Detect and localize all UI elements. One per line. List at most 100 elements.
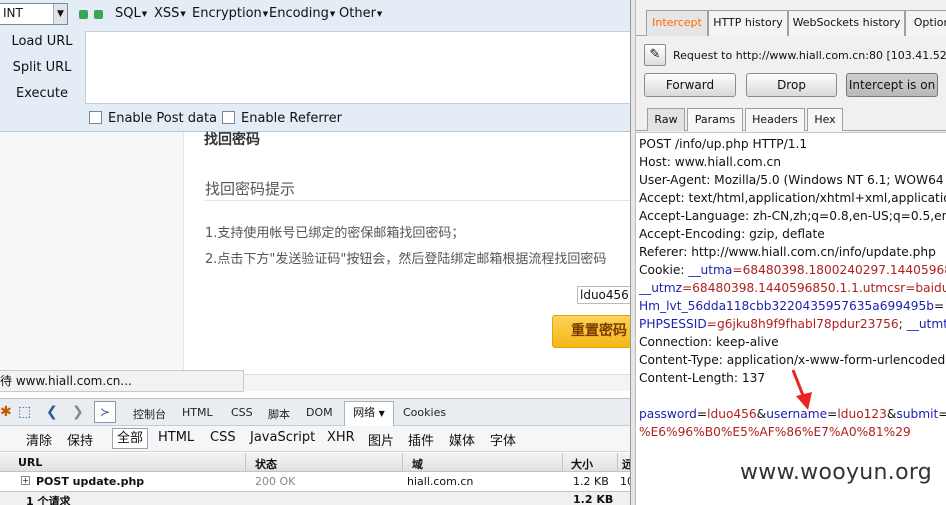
cookie-line: __utmz=68480398.1440596850.1.1.utmcsr=ba… <box>639 281 946 295</box>
page-title: 找回密码 <box>204 132 260 148</box>
cookie-value: =g6jku8h9f9fhabl78pdur23756 <box>706 317 899 331</box>
pencil-icon[interactable]: ✎ <box>644 44 666 66</box>
tab-intercept[interactable]: Intercept <box>646 10 708 36</box>
tab-script[interactable]: 脚本 <box>268 406 290 422</box>
summary-size: 1.2 KB <box>573 493 614 505</box>
param-equals: = <box>938 407 946 421</box>
persist-button[interactable]: 保持 <box>67 430 93 449</box>
chevron-down-icon: ▼ <box>53 4 67 24</box>
menu-encoding[interactable]: Encoding▼ <box>269 6 335 21</box>
menu-sql[interactable]: SQL▼ <box>115 6 147 21</box>
reset-password-button[interactable]: 重置密码 <box>552 315 630 348</box>
page-sidebar <box>0 132 184 370</box>
tab-css[interactable]: CSS <box>231 406 253 419</box>
annotation-arrow-icon <box>791 369 812 410</box>
filter-css[interactable]: CSS <box>210 430 236 445</box>
column-remote[interactable]: 远 <box>622 456 630 472</box>
cookie-name: __utma <box>688 263 733 277</box>
cookie-line: PHPSESSID=g6jku8h9f9fhabl78pdur23756; __… <box>639 317 946 331</box>
enable-post-checkbox[interactable]: Enable Post data <box>89 111 217 126</box>
checkbox-box[interactable] <box>222 111 235 124</box>
raw-request-editor[interactable]: POST /info/up.php HTTP/1.1 Host: www.hia… <box>636 132 946 505</box>
enable-post-label: Enable Post data <box>108 111 218 126</box>
burp-tabbar: Intercept HTTP history WebSockets histor… <box>636 0 946 36</box>
checkbox-box[interactable] <box>89 111 102 124</box>
param-equals: = <box>696 407 708 421</box>
browser-window: INT ▼ SQL▼ XSS▼ Encryption▼ Encoding▼ Ot… <box>0 0 630 505</box>
enable-referrer-checkbox[interactable]: Enable Referrer <box>222 111 342 126</box>
filter-plugins[interactable]: 插件 <box>408 430 434 449</box>
net-filter-bar: 清除 保持 全部 HTML CSS JavaScript XHR 图片 插件 媒… <box>0 426 630 452</box>
instruction-line-2: 2.点击下方"发送验证码"按钮会，然后登陆绑定邮箱根据流程找回密码 <box>205 252 607 267</box>
horizontal-scrollbar[interactable] <box>244 374 630 391</box>
tab-hex[interactable]: Hex <box>807 108 843 131</box>
command-line-icon[interactable]: ≻ <box>94 401 116 423</box>
split-url-button[interactable]: Split URL <box>0 57 84 79</box>
cookie-value: =68480398.1440596850.1.1.utmcsr=baidu <box>681 281 946 295</box>
tab-params[interactable]: Params <box>687 108 743 131</box>
param-name: submit <box>896 407 939 421</box>
filter-javascript[interactable]: JavaScript <box>250 430 315 445</box>
column-separator[interactable] <box>562 453 563 472</box>
menu-other[interactable]: Other▼ <box>339 6 382 21</box>
back-icon[interactable]: ❮ <box>46 404 58 420</box>
column-url[interactable]: URL <box>18 456 42 469</box>
filter-fonts[interactable]: 字体 <box>490 430 516 449</box>
menu-encryption[interactable]: Encryption▼ <box>192 6 268 21</box>
column-separator[interactable] <box>402 453 403 472</box>
burp-proxy-panel: Intercept HTTP history WebSockets histor… <box>636 0 946 505</box>
filter-html[interactable]: HTML <box>158 430 194 445</box>
tab-console[interactable]: 控制台 <box>133 406 166 422</box>
execute-button[interactable]: Execute <box>0 83 84 105</box>
column-status[interactable]: 状态 <box>255 456 277 472</box>
drop-button[interactable]: Drop <box>746 73 837 97</box>
clear-button[interactable]: 清除 <box>26 430 52 449</box>
column-separator[interactable] <box>245 453 246 472</box>
chevron-down-icon: ▼ <box>378 409 385 418</box>
filter-all[interactable]: 全部 <box>112 428 148 449</box>
hackbar-panel: INT ▼ SQL▼ XSS▼ Encryption▼ Encoding▼ Ot… <box>0 0 630 132</box>
minus-icon[interactable] <box>79 10 88 19</box>
tab-options[interactable]: Options <box>905 10 946 36</box>
hackbar-toolbar: INT ▼ SQL▼ XSS▼ Encryption▼ Encoding▼ Ot… <box>0 0 630 30</box>
cookie-name: PHPSESSID <box>639 317 707 331</box>
instruction-line-1: 1.支持使用帐号已绑定的密保邮箱找回密码； <box>205 226 465 241</box>
table-row[interactable]: + POST update.php 200 OK hiall.com.cn 1.… <box>0 473 630 491</box>
tab-cookies[interactable]: Cookies <box>403 406 446 419</box>
firebug-tabbar: ✱ ⬚ ❮ ❯ ≻ 控制台 HTML CSS 脚本 DOM 网络 ▼ Cooki… <box>0 398 630 426</box>
column-size[interactable]: 大小 <box>571 456 593 472</box>
menu-xss-label: XSS <box>154 6 180 21</box>
request-url: POST update.php <box>36 475 145 488</box>
menu-xss[interactable]: XSS▼ <box>154 6 186 21</box>
post-body-continued: %E6%96%B0%E5%AF%86%E7%A0%81%29 <box>639 425 911 439</box>
firebug-bug-icon[interactable]: ✱ <box>0 404 12 420</box>
tab-dom[interactable]: DOM <box>306 406 333 419</box>
plus-icon[interactable] <box>94 10 103 19</box>
forward-button[interactable]: Forward <box>644 73 736 97</box>
tab-html[interactable]: HTML <box>182 406 213 419</box>
header-accept-language: Accept-Language: zh-CN,zh;q=0.8,en-US;q=… <box>639 209 946 223</box>
cookie-name: __utmt <box>906 317 946 331</box>
hackbar-type-select[interactable]: INT ▼ <box>0 3 68 25</box>
load-url-button[interactable]: Load URL <box>0 31 84 53</box>
divider <box>204 200 630 201</box>
tab-net[interactable]: 网络 ▼ <box>344 401 394 426</box>
inspect-icon[interactable]: ⬚ <box>18 404 31 420</box>
column-domain[interactable]: 域 <box>412 456 423 472</box>
hackbar-url-textarea[interactable] <box>85 31 630 104</box>
filter-images[interactable]: 图片 <box>368 430 394 449</box>
filter-xhr[interactable]: XHR <box>327 430 355 445</box>
tab-http-history[interactable]: HTTP history <box>708 10 788 36</box>
forward-icon[interactable]: ❯ <box>72 404 84 420</box>
expand-icon[interactable]: + <box>21 476 30 485</box>
cookie-separator: ; <box>898 317 907 331</box>
header-referer: Referer: http://www.hiall.com.cn/info/up… <box>639 245 936 259</box>
column-separator[interactable] <box>617 453 618 472</box>
filter-media[interactable]: 媒体 <box>449 430 475 449</box>
tab-headers[interactable]: Headers <box>745 108 805 131</box>
tab-raw[interactable]: Raw <box>647 108 685 131</box>
tab-websockets-history[interactable]: WebSockets history <box>788 10 905 36</box>
intercept-toggle-button[interactable]: Intercept is on <box>846 73 938 97</box>
request-status: 200 OK <box>255 475 296 488</box>
username-input[interactable]: lduo456 <box>577 286 630 304</box>
